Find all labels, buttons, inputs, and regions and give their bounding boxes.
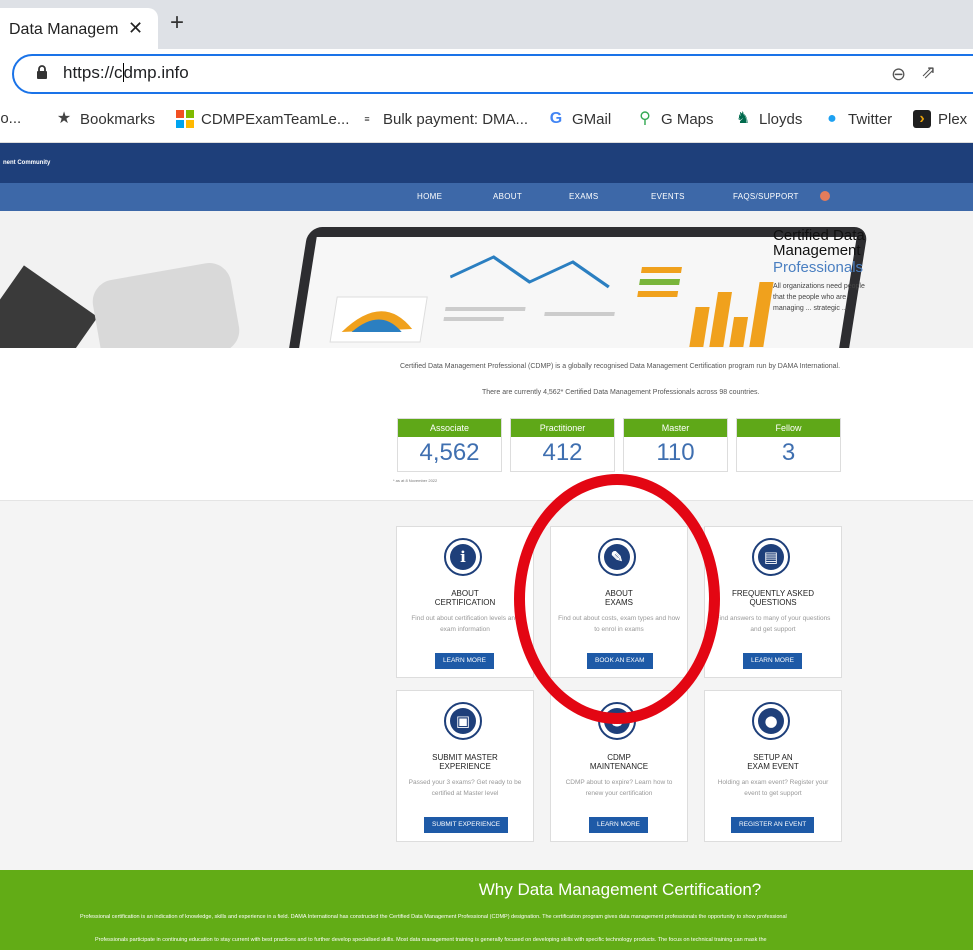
card-submit-master: ▣ SUBMIT MASTER EXPERIENCE Passed your 3… (396, 690, 534, 842)
stat-label: Associate (398, 419, 501, 437)
bookmark-label: Bookmarks (80, 110, 156, 128)
hero-subtitle: Professionals (773, 259, 864, 276)
phone-image (89, 259, 243, 348)
browser-tab-bar: Data Managem ✕ + (0, 0, 973, 49)
site-navigation: HOME ABOUT EXAMS EVENTS FAQS/SUPPORT (0, 183, 973, 211)
bookmark-item-plex[interactable]: › Plex (913, 110, 967, 128)
url-rest: dmp.info (123, 63, 189, 82)
hero-banner: Certified Data Management Professionals … (0, 211, 973, 348)
info-icon: i (444, 538, 482, 576)
share-icon[interactable]: ⇗ (921, 62, 936, 83)
bookmark-label: GMail (572, 110, 612, 128)
zoom-out-icon[interactable]: ⊖ (891, 64, 906, 85)
hero-object (0, 265, 98, 348)
learn-more-button[interactable]: LEARN MORE (589, 817, 648, 833)
nav-faqs-support[interactable]: FAQS/SUPPORT (733, 192, 799, 201)
bookmark-label: lo... (0, 110, 22, 127)
stat-footnote: * as at 8 November 2022 (393, 478, 438, 483)
star-icon: ★ (56, 110, 72, 127)
stat-value: 3 (781, 439, 796, 466)
plex-icon: › (913, 110, 931, 128)
bookmark-item-gmaps[interactable]: ⚲ G Maps (636, 110, 714, 128)
book-icon: ▤ (752, 538, 790, 576)
maps-pin-icon: ⚲ (639, 110, 651, 127)
google-icon: G (549, 110, 563, 127)
horse-icon: ♞ (735, 110, 751, 127)
submit-experience-button[interactable]: SUBMIT EXPERIENCE (424, 817, 509, 833)
browser-tab[interactable]: Data Managem ✕ (0, 8, 158, 49)
flag-icon[interactable] (820, 191, 830, 201)
bookmark-label: Twitter (848, 110, 893, 128)
site-header: nent Community (0, 143, 973, 183)
bookmark-item-bulk-payment[interactable]: ≡ Bulk payment: DMA... (358, 110, 528, 128)
bookmark-item-cdmpexamteam[interactable]: CDMPExamTeamLe... (176, 110, 349, 128)
hero-title: Certified Data Management (773, 227, 865, 259)
bookmark-item-twitter[interactable]: ● Twitter (823, 110, 892, 128)
bookmark-label: Bulk payment: DMA... (383, 110, 529, 128)
stat-value: 412 (542, 439, 583, 466)
bookmarks-bar: lo... ★ Bookmarks CDMPExamTeamLe... ≡ Bulk… (0, 98, 973, 143)
card-description: Find out about certification levels and … (411, 615, 519, 633)
browser-toolbar: https://cdmp.info ⊖ ⇗ (0, 49, 973, 98)
bookmark-label: CDMPExamTeamLe... (201, 110, 350, 128)
why-paragraph-1: Professional certification is an indicat… (80, 914, 787, 920)
tab-title: Data Managem (9, 21, 119, 38)
why-paragraph-2: Professionals participate in continuing … (95, 937, 767, 943)
stat-label: Fellow (737, 419, 840, 437)
card-description: Passed your 3 exams? Get ready to be cer… (408, 779, 522, 797)
card-title: SETUP AN EXAM EVENT (747, 753, 799, 771)
nav-events[interactable]: EVENTS (651, 192, 685, 201)
url-prefix: https://c (63, 63, 123, 82)
new-tab-icon[interactable]: + (170, 11, 184, 35)
intro-text: Certified Data Management Professional (… (400, 363, 841, 370)
card-title: ABOUT CERTIFICATION (434, 589, 496, 607)
card-description: Find answers to many of your questions a… (715, 615, 831, 633)
why-title: Why Data Management Certification? (478, 880, 762, 899)
why-certification-section: Why Data Management Certification? Profe… (0, 870, 973, 950)
bookmark-item-gmail[interactable]: G GMail (547, 110, 611, 128)
bookmark-label: Lloyds (759, 110, 803, 128)
card-description: Holding an exam event? Register your eve… (717, 779, 829, 797)
bookmark-label: G Maps (661, 110, 714, 128)
briefcase-icon: ▣ (444, 702, 482, 740)
stat-practitioner: Practitioner 412 (510, 418, 615, 472)
card-description: CDMP about to expire? Learn how to renew… (565, 779, 673, 797)
learn-more-button[interactable]: LEARN MORE (435, 653, 494, 669)
card-title: CDMP MAINTENANCE (589, 753, 649, 771)
bookmark-item-lloyds[interactable]: ♞ Lloyds (734, 110, 803, 128)
nav-exams[interactable]: EXAMS (569, 192, 599, 201)
lock-icon (37, 65, 47, 79)
card-setup-exam-event: ● SETUP AN EXAM EVENT Holding an exam ev… (704, 690, 842, 842)
annotation-circle (514, 474, 720, 724)
stat-master: Master 110 (623, 418, 728, 472)
bookmark-label: Plex (938, 110, 968, 128)
card-title: SUBMIT MASTER EXPERIENCE (432, 753, 498, 771)
microsoft-icon (176, 110, 194, 128)
learn-more-button[interactable]: LEARN MORE (743, 653, 802, 669)
nav-about[interactable]: ABOUT (493, 192, 522, 201)
bookmark-item-lo[interactable]: lo... (0, 110, 21, 127)
cdmp-icon: ≡ (364, 114, 370, 124)
stat-label: Master (624, 419, 727, 437)
register-an-event-button[interactable]: REGISTER AN EVENT (731, 817, 815, 833)
intro-count-text: There are currently 4,562* Certified Dat… (482, 389, 760, 396)
stat-label: Practitioner (511, 419, 614, 437)
hero-body: All organizations need people that the p… (773, 283, 865, 312)
url-text: https://cdmp.info (63, 63, 189, 83)
bookmark-item-bookmarks[interactable]: ★ Bookmarks (55, 110, 155, 128)
twitter-icon: ● (827, 110, 837, 127)
site-brand[interactable]: nent Community (3, 160, 50, 166)
stat-value: 110 (656, 439, 695, 466)
stat-value: 4,562 (419, 439, 480, 466)
location-pin-icon: ● (752, 702, 790, 740)
card-faq: ▤ FREQUENTLY ASKED QUESTIONS Find answer… (704, 526, 842, 678)
tab-close-icon[interactable]: ✕ (128, 18, 143, 39)
stat-associate: Associate 4,562 (397, 418, 502, 472)
card-title: FREQUENTLY ASKED QUESTIONS (732, 589, 814, 607)
stat-fellow: Fellow 3 (736, 418, 841, 472)
nav-home[interactable]: HOME (417, 192, 442, 201)
address-bar[interactable]: https://cdmp.info ⊖ ⇗ (12, 54, 973, 94)
